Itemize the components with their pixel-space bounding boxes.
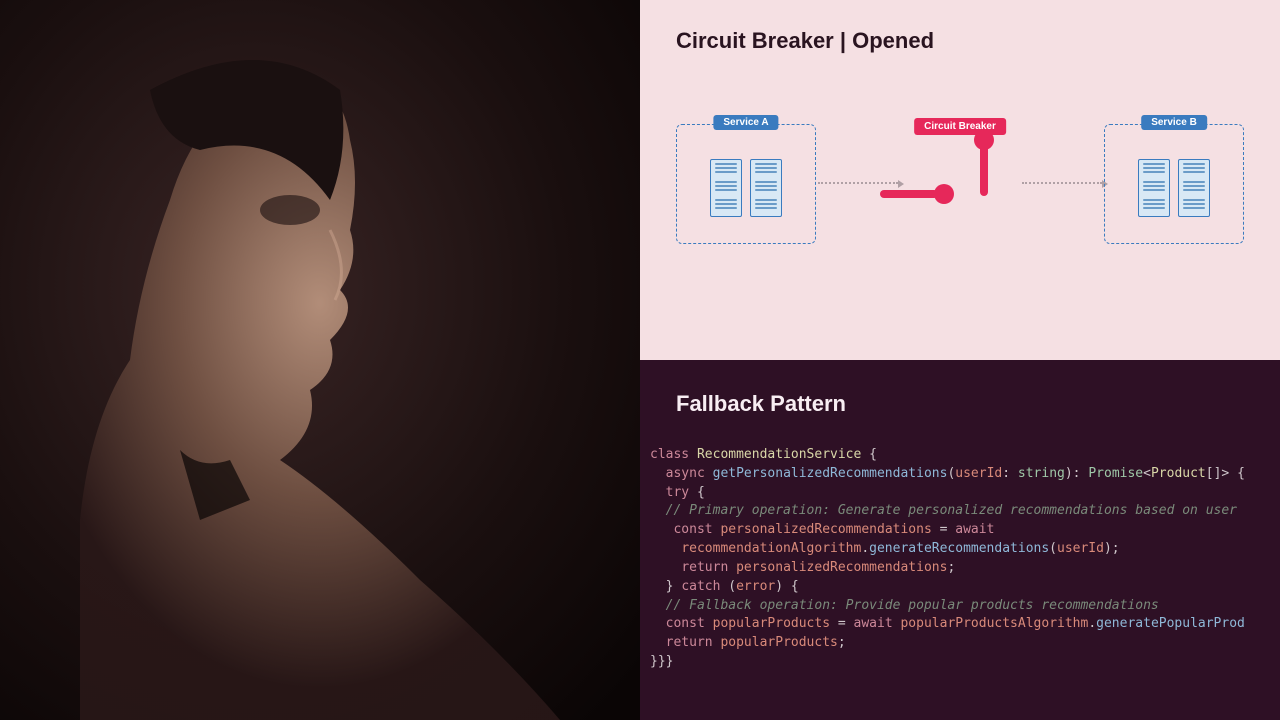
circuit-breaker-label: Circuit Breaker xyxy=(914,118,1006,135)
service-a-label: Service A xyxy=(713,115,778,130)
server-icon xyxy=(1178,159,1210,217)
service-b-label: Service B xyxy=(1141,115,1207,130)
code-block: class RecommendationService { async getP… xyxy=(650,446,1244,672)
open-switch-icon xyxy=(880,144,1040,224)
circuit-breaker-diagram: Circuit Breaker | Opened Service A xyxy=(640,0,1280,360)
service-b-box: Service B xyxy=(1104,124,1244,244)
server-icon xyxy=(750,159,782,217)
server-icon xyxy=(710,159,742,217)
server-icon xyxy=(1138,159,1170,217)
service-a-box: Service A xyxy=(676,124,816,244)
code-title: Fallback Pattern xyxy=(676,388,1244,420)
diagram-title: Circuit Breaker | Opened xyxy=(676,28,1244,54)
code-panel: Fallback Pattern class RecommendationSer… xyxy=(640,360,1280,720)
person-silhouette xyxy=(0,0,640,720)
portrait-photo xyxy=(0,0,640,720)
arrow-icon xyxy=(1022,182,1102,184)
